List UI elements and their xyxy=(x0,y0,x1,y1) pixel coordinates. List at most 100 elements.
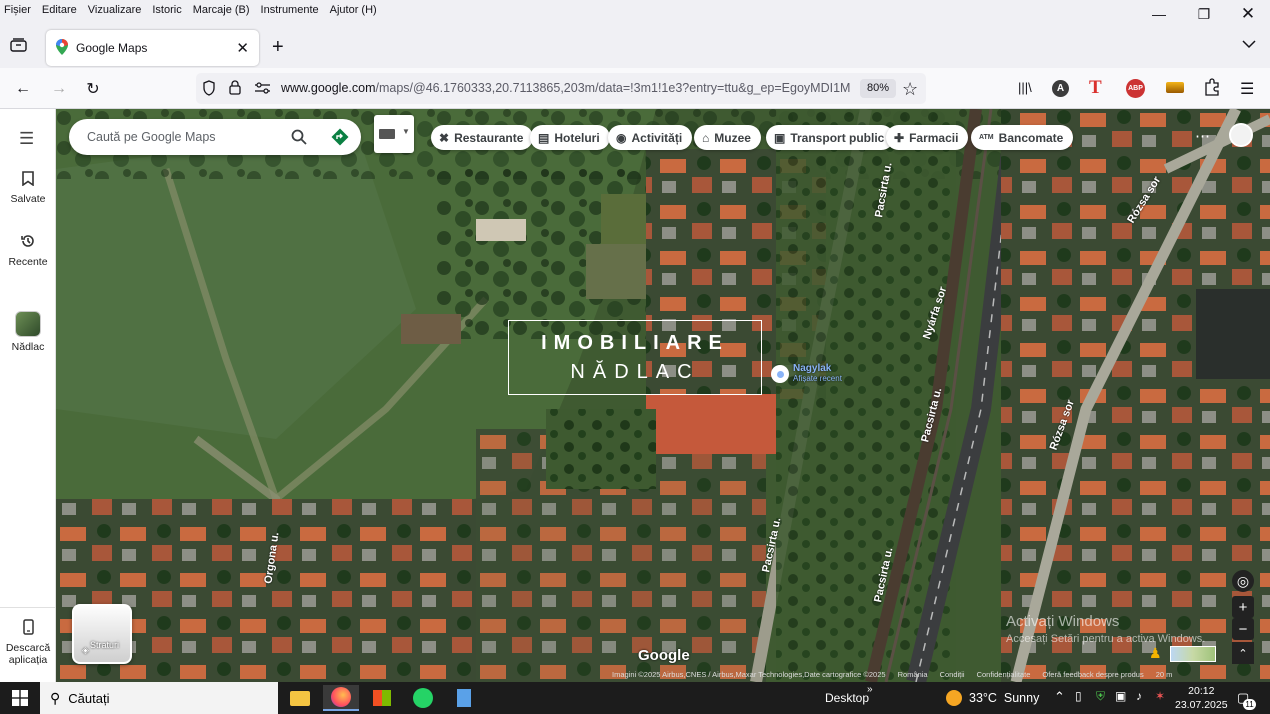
chevron-right-icon[interactable]: » xyxy=(867,684,873,695)
extension-icon[interactable] xyxy=(1166,82,1184,93)
street-view-pegman-icon[interactable]: ♟ xyxy=(1149,645,1162,663)
search-box[interactable]: Caută pe Google Maps xyxy=(69,119,361,155)
activate-subtitle: Accesați Setări pentru a activa Windows. xyxy=(1006,633,1206,645)
menu-help[interactable]: Ajutor (H) xyxy=(330,4,377,16)
chip-label: Muzee xyxy=(714,130,751,145)
extensions-puzzle-icon[interactable] xyxy=(1204,78,1220,99)
place-pin-label[interactable]: Nagylak Afișate recent xyxy=(793,364,842,384)
menu-file[interactable]: Fișier xyxy=(4,4,31,16)
menu-view[interactable]: Vizualizare xyxy=(88,4,142,16)
tray-volume-icon[interactable]: ♪ xyxy=(1136,689,1142,703)
tab-google-maps[interactable]: Google Maps ✕ xyxy=(46,30,259,66)
chip-museums[interactable]: ⌂ Muzee xyxy=(694,125,761,150)
new-tab-icon[interactable]: + xyxy=(272,36,284,59)
sidebar-item-nadlac[interactable]: Nădlac xyxy=(0,311,56,353)
library-icon[interactable]: |||\ xyxy=(1018,80,1032,95)
place-subtitle: Afișate recent xyxy=(793,374,842,383)
history-icon xyxy=(0,233,56,252)
tab-list-icon[interactable] xyxy=(10,38,27,55)
tray-shield-icon[interactable]: ⛨ xyxy=(1096,689,1105,704)
privacy-link[interactable]: Confidențialitate xyxy=(977,670,1031,682)
menu-bookmarks[interactable]: Marcaje (B) xyxy=(193,4,250,16)
sidebar-item-saved[interactable]: Salvate xyxy=(0,171,56,205)
chip-atms[interactable]: ATM Bancomate xyxy=(971,125,1074,150)
menu-edit[interactable]: Editare xyxy=(42,4,77,16)
tray-app-icon[interactable]: ✶ xyxy=(1155,689,1165,703)
bookmark-star-icon[interactable]: ☆ xyxy=(902,79,918,100)
zoom-in-button[interactable]: + xyxy=(1232,596,1254,618)
back-icon[interactable]: ← xyxy=(10,76,36,102)
tray-chevron-icon[interactable]: ⌃ xyxy=(1054,689,1065,705)
reload-icon[interactable]: ↻ xyxy=(80,76,106,102)
input-tools-button[interactable]: ▼ xyxy=(374,115,414,153)
bus-icon: ▣ xyxy=(774,130,786,145)
terms-link[interactable]: Condiții xyxy=(940,670,965,682)
notification-count: 11 xyxy=(1243,699,1256,710)
lock-icon[interactable] xyxy=(229,80,241,98)
place-pin-icon[interactable] xyxy=(771,365,789,383)
zoom-out-button[interactable]: − xyxy=(1232,618,1254,640)
system-clock[interactable]: 20:12 23.07.2025 xyxy=(1175,684,1228,712)
pharmacy-icon: ✚ xyxy=(894,130,905,145)
maps-menu-icon[interactable]: ☰ xyxy=(19,129,34,149)
forward-icon[interactable]: → xyxy=(46,76,72,102)
chip-public-transport[interactable]: ▣ Transport public xyxy=(766,125,895,150)
chip-label: Activități xyxy=(631,130,683,145)
chip-restaurants[interactable]: ✖ Restaurante xyxy=(431,125,534,150)
sidebar-item-label: Recente xyxy=(8,256,48,268)
weather-sun-icon[interactable] xyxy=(946,690,962,706)
windows-taskbar: ⚲ Căutați Desktop » 33°C Sunny ⌃ ▯ ⛨ ▣ ♪… xyxy=(0,682,1270,714)
download-app-button[interactable]: Descarcă aplicația xyxy=(0,619,56,666)
desktop-label[interactable]: Desktop xyxy=(825,691,869,705)
avatar[interactable] xyxy=(1229,123,1253,147)
my-location-icon[interactable]: ◎ xyxy=(1232,570,1254,592)
museum-icon: ⌂ xyxy=(702,130,710,145)
chip-activities[interactable]: ◉ Activități xyxy=(608,125,693,150)
search-input[interactable]: Caută pe Google Maps xyxy=(87,130,216,144)
chip-label: Hoteluri xyxy=(554,130,600,145)
region-link[interactable]: România xyxy=(898,670,928,682)
windows-start-icon[interactable] xyxy=(12,690,28,709)
feedback-link[interactable]: Oferă feedback despre produs xyxy=(1042,670,1143,682)
apps-grid-icon[interactable]: ⋯ xyxy=(1195,127,1210,145)
zoom-level[interactable]: 80% xyxy=(860,79,897,98)
layers-button[interactable]: ◈ Straturi xyxy=(72,604,132,664)
permissions-icon[interactable] xyxy=(255,82,270,97)
clock-date: 23.07.2025 xyxy=(1175,699,1228,711)
translate-extension-icon[interactable]: T xyxy=(1089,77,1102,99)
hamburger-menu-icon[interactable]: ☰ xyxy=(1240,79,1254,99)
expand-icon[interactable]: ⌃ xyxy=(1232,642,1254,664)
notepad-icon[interactable] xyxy=(446,685,482,711)
satellite-map[interactable]: Caută pe Google Maps ▼ ✖ Restaurante ▤ Hot… xyxy=(56,109,1270,682)
taskbar-search[interactable]: ⚲ Căutați xyxy=(40,682,278,714)
directions-icon[interactable] xyxy=(331,128,349,149)
watermark-line-1: IMOBILIARE xyxy=(541,331,729,354)
weather-text[interactable]: 33°C Sunny xyxy=(969,691,1039,705)
file-explorer-icon[interactable] xyxy=(282,685,318,711)
chip-hotels[interactable]: ▤ Hoteluri xyxy=(530,125,610,150)
menu-history[interactable]: Istoric xyxy=(152,4,181,16)
search-icon[interactable] xyxy=(291,129,307,148)
menu-tools[interactable]: Instrumente xyxy=(261,4,319,16)
url-text[interactable]: www.google.com/maps/@46.1760333,20.71138… xyxy=(281,81,851,95)
shield-icon[interactable] xyxy=(202,80,216,99)
store-icon[interactable] xyxy=(364,685,400,711)
close-tab-icon[interactable]: ✕ xyxy=(236,39,249,57)
tray-battery-icon[interactable]: ▯ xyxy=(1075,689,1082,703)
url-bar[interactable]: www.google.com/maps/@46.1760333,20.71138… xyxy=(196,73,926,104)
google-logo: Google xyxy=(638,647,690,664)
navigation-bar: ← → ↻ www.google.com/maps/@46.1760333,20… xyxy=(0,68,1270,109)
menu-bar: Fișier Editare Vizualizare Istoric Marca… xyxy=(0,0,1270,20)
firefox-icon[interactable] xyxy=(323,685,359,711)
chip-pharmacies[interactable]: ✚ Farmacii xyxy=(886,125,969,150)
imagery-thumbnails[interactable] xyxy=(1170,646,1216,662)
chevron-down-icon[interactable] xyxy=(1242,38,1256,52)
sidebar-item-label: Nădlac xyxy=(11,341,45,353)
whatsapp-icon[interactable] xyxy=(405,685,441,711)
adblock-icon[interactable]: ABP xyxy=(1126,79,1145,98)
real-estate-watermark: IMOBILIARE NĂDLAC xyxy=(508,320,762,395)
sidebar-item-recent[interactable]: Recente xyxy=(0,233,56,268)
tray-network-icon[interactable]: ▣ xyxy=(1115,689,1126,703)
account-icon[interactable]: A xyxy=(1052,80,1069,97)
scale-label[interactable]: 20 m xyxy=(1156,670,1173,682)
